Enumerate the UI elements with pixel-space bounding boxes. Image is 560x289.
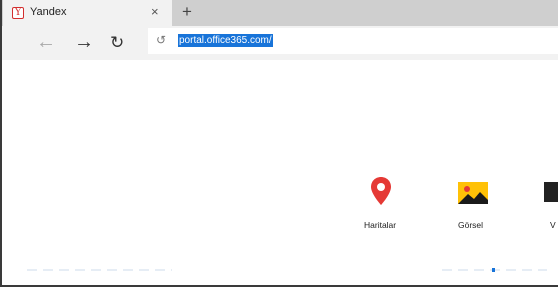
navigation-bar: ← → ↻ ↺ portal.office365.com/ [2, 26, 558, 60]
video-icon [544, 182, 558, 202]
forward-button[interactable]: → [74, 30, 94, 54]
url-text[interactable]: portal.office365.com/ [178, 34, 273, 47]
new-tab-button[interactable]: + [182, 2, 192, 22]
tab-close-icon[interactable]: × [151, 4, 159, 20]
history-icon: ↺ [156, 33, 167, 47]
tab-strip: Y Yandex × + [2, 0, 558, 27]
yandex-favicon-icon: Y [12, 7, 24, 19]
address-bar[interactable]: ↺ portal.office365.com/ [148, 28, 558, 54]
tile-maps-label: Haritalar [364, 220, 397, 230]
footer-divider [27, 268, 547, 272]
tab-yandex[interactable]: Y Yandex × [3, 0, 172, 27]
refresh-button[interactable]: ↻ [110, 31, 124, 55]
map-pin-icon [371, 177, 391, 205]
tile-video-label: V [550, 220, 556, 230]
tile-images-label: Görsel [458, 220, 484, 230]
tab-title: Yandex [30, 6, 67, 18]
back-button[interactable]: ← [36, 30, 56, 54]
browser-window: Y Yandex × + ← → ↻ ↺ portal.office365.co… [0, 0, 558, 287]
image-icon [458, 182, 488, 204]
